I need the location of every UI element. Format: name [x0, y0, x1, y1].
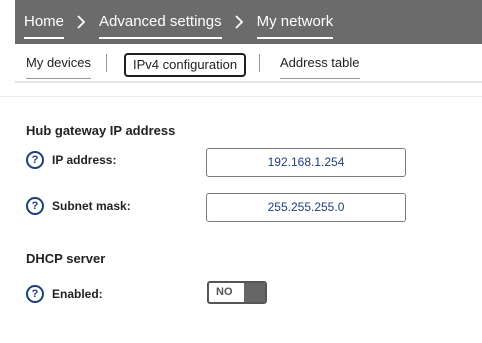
dhcp-enabled-toggle[interactable]: NO: [207, 281, 267, 304]
tab-divider: [106, 54, 107, 72]
tab-ipv4-configuration[interactable]: IPv4 configuration: [124, 53, 247, 77]
breadcrumb-advanced-settings[interactable]: Advanced settings: [99, 12, 222, 39]
breadcrumb-my-network: My network: [256, 13, 334, 39]
subnet-mask-field[interactable]: 255.255.255.0: [206, 193, 406, 222]
tab-address-table[interactable]: Address table: [280, 53, 360, 79]
chevron-right-icon: [234, 15, 244, 29]
subnet-mask-row-label: ? Subnet mask:: [26, 197, 131, 215]
tab-bar: My devices IPv4 configuration Address ta…: [15, 44, 482, 83]
dhcp-enabled-label: Enabled:: [52, 287, 103, 301]
ip-address-field[interactable]: 192.168.1.254: [206, 148, 406, 177]
breadcrumb: Home Advanced settings My network: [15, 0, 482, 44]
toggle-state-text: NO: [216, 286, 233, 298]
help-icon[interactable]: ?: [26, 197, 44, 215]
tab-my-devices[interactable]: My devices: [26, 53, 92, 79]
section-title-hub-gateway: Hub gateway IP address: [26, 123, 176, 138]
section-title-dhcp-server: DHCP server: [26, 251, 106, 266]
ip-address-label: IP address:: [52, 153, 117, 167]
subnet-mask-label: Subnet mask:: [52, 199, 131, 213]
content-divider: [0, 96, 482, 97]
tab-divider: [259, 54, 260, 72]
toggle-knob: [244, 283, 265, 302]
help-icon[interactable]: ?: [26, 151, 44, 169]
chevron-right-icon: [77, 15, 86, 29]
dhcp-enabled-row-label: ? Enabled:: [26, 285, 103, 303]
breadcrumb-home[interactable]: Home: [24, 12, 65, 39]
ip-address-row-label: ? IP address:: [26, 151, 116, 169]
page: Home Advanced settings My network My dev…: [0, 0, 482, 343]
help-icon[interactable]: ?: [26, 285, 44, 303]
